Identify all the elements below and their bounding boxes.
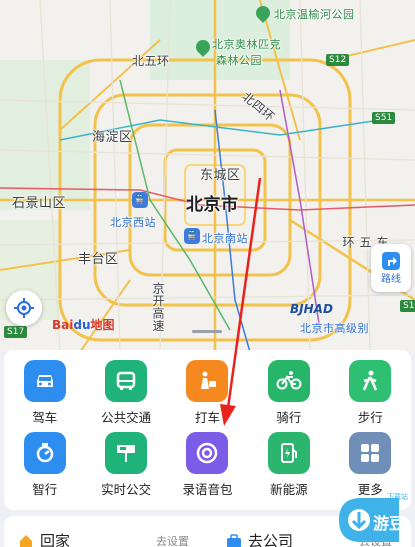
- shield-s15: S1: [400, 300, 415, 312]
- service-label: 步行: [357, 410, 383, 425]
- site-watermark: 游豆 下载站: [329, 490, 409, 547]
- service-realtime-bus[interactable]: 实时公交: [85, 432, 166, 498]
- shortcut-home[interactable]: 回家 去设置: [18, 530, 189, 547]
- label-fengtai: 丰台区: [78, 252, 119, 267]
- poi-olympic-park-line1[interactable]: 北京奥林匹克: [212, 36, 281, 52]
- train-station-icon: 🚆: [132, 192, 148, 208]
- bjhad-logo: BJHAD: [290, 302, 333, 316]
- route-arrow-icon: [382, 251, 400, 270]
- car-icon: [23, 360, 66, 402]
- service-more-grid[interactable]: 更多: [330, 432, 411, 498]
- service-label: 骑行: [276, 410, 302, 425]
- shortcut-work-title: 去公司: [248, 532, 294, 547]
- poi-west-station[interactable]: 北京西站: [110, 214, 156, 230]
- poi-south-station[interactable]: 北京南站: [202, 230, 248, 246]
- baidu-map-logo: Baidu地图: [52, 316, 115, 333]
- home-icon: [20, 534, 32, 547]
- walk-icon: [349, 360, 392, 402]
- poi-olympic-park-line2[interactable]: 森林公园: [216, 52, 262, 68]
- train-station-icon: 🚆: [184, 228, 200, 244]
- service-label: 新能源: [270, 482, 308, 497]
- service-bicycle[interactable]: 骑行: [248, 360, 329, 426]
- service-label: 录语音包: [182, 482, 233, 497]
- route-button[interactable]: 路线: [371, 244, 411, 292]
- watermark-small-text: 下载站: [387, 493, 408, 501]
- baidu-logo-suffix: 地图: [90, 318, 115, 332]
- app-root: 北京温榆河公园 北京奥林匹克 森林公园 北五环 北四环 S12 S51 S17 …: [0, 0, 415, 547]
- service-ev-charging[interactable]: 新能源: [248, 432, 329, 498]
- baidu-logo-du: du: [73, 318, 91, 332]
- services-panel: 驾车 公共交通 打车 骑行 步行智行 实时公交 录语音包 新能源 更多: [4, 350, 411, 510]
- label-shijingshan: 石景山区: [12, 196, 67, 211]
- service-bus[interactable]: 公共交通: [85, 360, 166, 426]
- bus-icon: [105, 360, 148, 402]
- shortcut-home-title: 回家: [40, 532, 71, 547]
- service-label: 智行: [32, 482, 58, 497]
- baidu-logo-prefix: Bai: [52, 318, 74, 332]
- shield-s12: S12: [326, 54, 350, 66]
- poi-wenyu-park[interactable]: 北京温榆河公园: [274, 6, 355, 22]
- road-north-5th-ring: 北五环: [132, 54, 170, 68]
- shield-s51: S51: [372, 112, 396, 124]
- poi-high-court[interactable]: 北京市高级别: [300, 320, 369, 336]
- services-grid: 驾车 公共交通 打车 骑行 步行智行 实时公交 录语音包 新能源 更多: [4, 350, 411, 498]
- label-haidian: 海淀区: [92, 130, 133, 145]
- realtime-bus-icon: [105, 432, 148, 474]
- shield-s17: S17: [4, 326, 28, 338]
- service-label: 公共交通: [101, 410, 152, 425]
- voice-pack-icon: [186, 432, 229, 474]
- ev-charging-icon: [267, 432, 310, 474]
- smart-travel-icon: [23, 432, 66, 474]
- locate-icon: [14, 298, 34, 318]
- locate-button[interactable]: [6, 290, 42, 326]
- service-label: 驾车: [32, 410, 58, 425]
- panel-drag-handle[interactable]: [192, 330, 222, 333]
- service-car[interactable]: 驾车: [4, 360, 85, 426]
- service-smart-travel[interactable]: 智行: [4, 432, 85, 498]
- service-taxi[interactable]: 打车: [167, 360, 248, 426]
- shortcut-home-hint[interactable]: 去设置: [156, 533, 189, 547]
- service-label: 实时公交: [101, 482, 152, 497]
- watermark-text: 游豆: [373, 514, 406, 533]
- road-jingkai-expressway: 京开高速: [151, 282, 165, 332]
- map-view[interactable]: 北京温榆河公园 北京奥林匹克 森林公园 北五环 北四环 S12 S51 S17 …: [0, 0, 415, 352]
- label-dongcheng: 东城区: [200, 168, 241, 183]
- taxi-icon: [186, 360, 229, 402]
- briefcase-icon: [227, 533, 241, 547]
- route-button-label: 路线: [381, 273, 401, 285]
- label-beijing-city: 北京市: [186, 195, 239, 215]
- service-walk[interactable]: 步行: [330, 360, 411, 426]
- service-voice-pack[interactable]: 录语音包: [167, 432, 248, 498]
- more-grid-icon: [349, 432, 392, 474]
- service-label: 打车: [194, 410, 220, 425]
- bicycle-icon: [267, 360, 310, 402]
